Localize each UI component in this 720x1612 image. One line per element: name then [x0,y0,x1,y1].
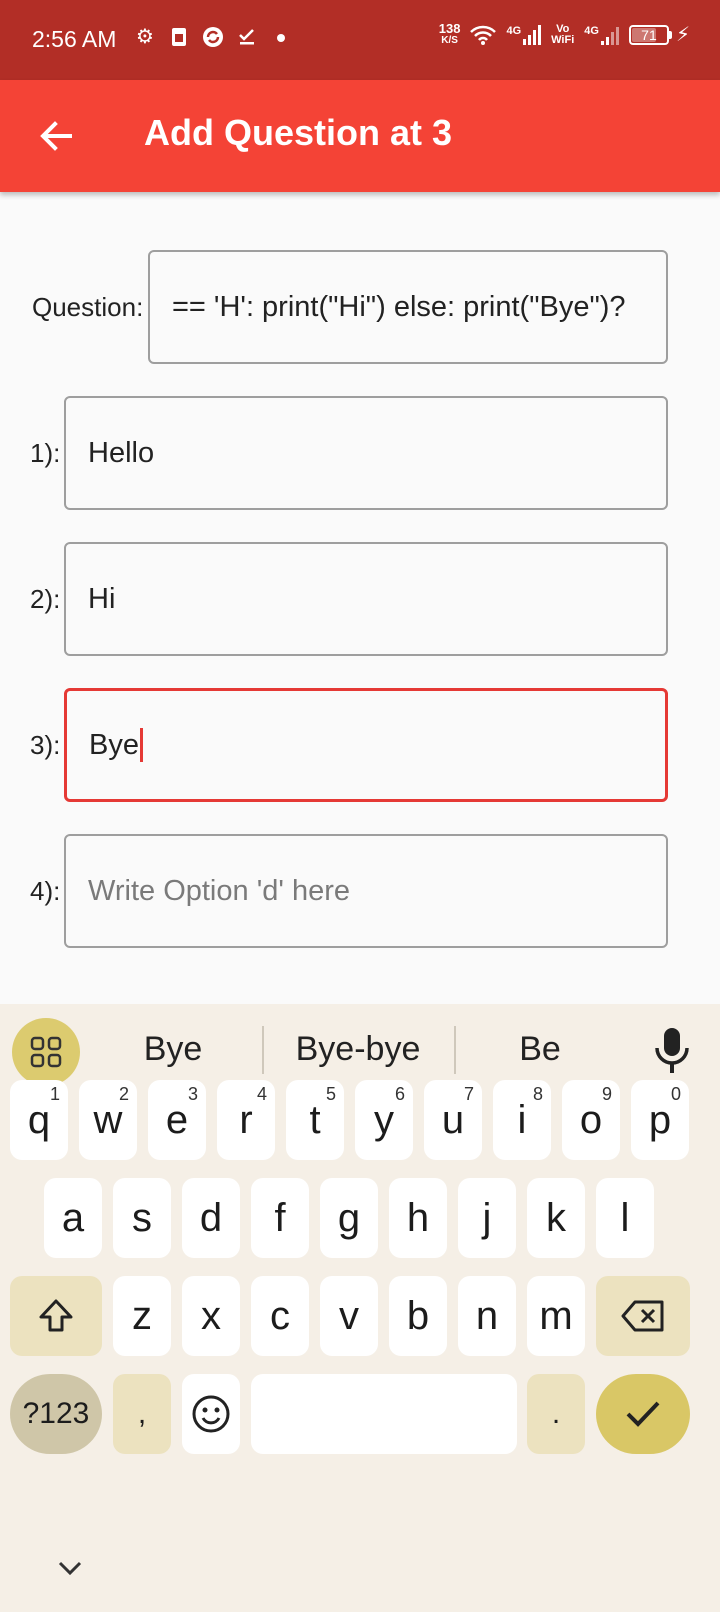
key-v[interactable]: v [320,1276,378,1356]
microphone-icon [655,1028,689,1073]
key-a[interactable]: a [44,1178,102,1258]
key-n[interactable]: n [458,1276,516,1356]
enter-key[interactable] [596,1374,690,1454]
notification-icons: ⚙ [134,26,292,48]
emoji-icon [192,1395,230,1433]
key-o[interactable]: o9 [562,1080,620,1160]
check-icon [236,26,258,48]
back-button[interactable] [28,108,84,164]
grid-icon [30,1036,62,1068]
space-key[interactable] [251,1374,517,1454]
key-m[interactable]: m [527,1276,585,1356]
dot-icon [270,26,292,48]
text-caret [139,728,143,762]
battery-icon: 71 ⚡ [628,22,690,47]
option-4-label: 4): [30,876,61,906]
signal-sim2: 4G [584,25,619,45]
question-label: Question: [32,292,144,322]
backspace-icon [621,1300,664,1332]
period-key[interactable]: . [527,1374,585,1454]
settings-gear-icon: ⚙ [136,26,154,48]
key-x[interactable]: x [182,1276,240,1356]
comma-key[interactable]: , [113,1374,171,1454]
key-e[interactable]: e3 [148,1080,206,1160]
page-title: Add Question at 3 [144,112,453,153]
system-status: 138 K/S 4G Vo WiFi 4G 71 ⚡ [439,22,690,47]
network-speed: 138 K/S [438,20,461,46]
option-4-input[interactable]: Write Option 'd' here [64,834,668,948]
key-j[interactable]: j [458,1178,516,1258]
key-z[interactable]: z [113,1276,171,1356]
shift-key[interactable] [10,1276,102,1356]
suggestion-2[interactable]: Bye-bye [274,1030,442,1069]
charging-bolt-icon: ⚡ [675,24,690,46]
key-g[interactable]: g [320,1178,378,1258]
hide-keyboard-button[interactable] [56,1558,84,1578]
suggestion-divider [454,1026,456,1074]
key-b[interactable]: b [389,1276,447,1356]
key-c[interactable]: c [251,1276,309,1356]
key-q[interactable]: q1 [10,1080,68,1160]
key-u[interactable]: u7 [424,1080,482,1160]
signal-bars-icon [523,24,542,45]
symbols-key[interactable]: ?123 [10,1374,102,1454]
backspace-key[interactable] [596,1276,690,1356]
key-p[interactable]: p0 [631,1080,689,1160]
signal-bars-icon [600,25,619,45]
app-bar: Add Question at 3 [0,80,720,192]
chevron-down-icon [58,1561,82,1576]
key-i[interactable]: i8 [493,1080,551,1160]
option-3-input[interactable]: Bye [64,688,668,802]
key-d[interactable]: d [182,1178,240,1258]
volte-wifi-indicator: Vo WiFi [551,22,575,46]
suggestion-3[interactable]: Be [470,1030,610,1069]
question-input[interactable]: == 'H': print("Hi") else: print("Bye")? [148,250,668,364]
status-time: 2:56 AM [32,26,117,52]
keyboard-menu-button[interactable] [12,1018,80,1086]
sim-card-icon [168,26,190,48]
option-2-input[interactable]: Hi [64,542,668,656]
option-1-label: 1): [30,438,61,468]
key-h[interactable]: h [389,1178,447,1258]
key-y[interactable]: y6 [355,1080,413,1160]
shift-icon [39,1299,73,1332]
suggestion-1[interactable]: Bye [108,1030,238,1069]
key-f[interactable]: f [251,1178,309,1258]
key-r[interactable]: r4 [217,1080,275,1160]
sync-icon [202,26,224,48]
key-t[interactable]: t5 [286,1080,344,1160]
check-icon [626,1401,660,1427]
status-bar: 2:56 AM ⚙ 138 K/S 4G Vo WiFi 4G 71 ⚡ [0,0,720,80]
option-4-placeholder: Write Option 'd' here [88,874,350,907]
option-1-input[interactable]: Hello [64,396,668,510]
emoji-key[interactable] [182,1374,240,1454]
key-k[interactable]: k [527,1178,585,1258]
option-3-label: 3): [30,730,61,760]
suggestion-divider [262,1026,264,1074]
signal-sim1: 4G [506,24,542,45]
key-l[interactable]: l [596,1178,654,1258]
voice-input-button[interactable] [652,1026,692,1076]
soft-keyboard: Bye Bye-bye Be q1 w2 e3 r4 t5 y6 u7 i8 o… [0,1004,720,1612]
arrow-back-icon [40,121,72,151]
option-2-label: 2): [30,584,61,614]
key-s[interactable]: s [113,1178,171,1258]
key-w[interactable]: w2 [79,1080,137,1160]
wifi-icon [470,25,497,45]
